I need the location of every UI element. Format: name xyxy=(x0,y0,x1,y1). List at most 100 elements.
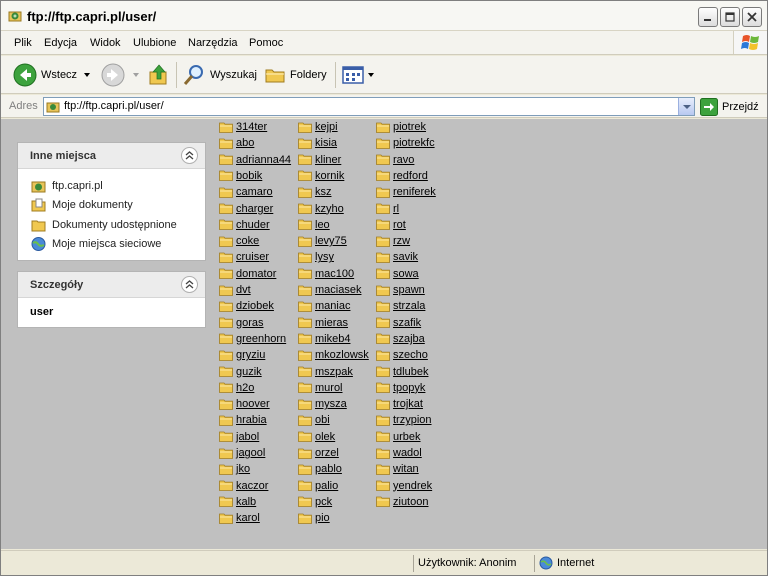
folder-item[interactable]: mieras xyxy=(298,315,348,331)
link-my-documents[interactable]: Moje dokumenty xyxy=(30,196,205,216)
folder-item[interactable]: szafik xyxy=(376,315,421,331)
folder-item[interactable]: kornik xyxy=(298,168,344,184)
views-dropdown-icon[interactable] xyxy=(368,73,374,77)
folder-item[interactable]: rl xyxy=(376,201,399,217)
link-ftp-site[interactable]: ftp.capri.pl xyxy=(30,176,205,196)
folder-item[interactable]: pio xyxy=(298,510,330,526)
folder-item[interactable]: adrianna44 xyxy=(219,152,291,168)
folder-item[interactable]: mac100 xyxy=(298,266,354,282)
search-button[interactable]: Wyszukaj xyxy=(182,62,257,88)
folder-item[interactable]: jabol xyxy=(219,429,259,445)
folder-item[interactable]: coke xyxy=(219,233,259,249)
folder-item[interactable]: gryziu xyxy=(219,347,265,363)
folder-item[interactable]: strzala xyxy=(376,298,425,314)
collapse-button[interactable] xyxy=(181,147,198,164)
details-header[interactable]: Szczegóły xyxy=(18,272,205,298)
folder-item[interactable]: charger xyxy=(219,201,273,217)
menu-narzedzia[interactable]: Narzędzia xyxy=(188,37,238,49)
menu-widok[interactable]: Widok xyxy=(90,37,121,49)
link-network-places[interactable]: Moje miejsca sieciowe xyxy=(30,235,205,255)
folder-item[interactable]: witan xyxy=(376,461,419,477)
folder-item[interactable]: karol xyxy=(219,510,260,526)
title-bar[interactable]: ftp://ftp.capri.pl/user/ xyxy=(1,1,767,31)
folder-item[interactable]: piotrek xyxy=(376,119,426,135)
folder-item[interactable]: wadol xyxy=(376,445,422,461)
menu-edycja[interactable]: Edycja xyxy=(44,37,77,49)
folder-item[interactable]: szajba xyxy=(376,331,425,347)
folder-item[interactable]: olek xyxy=(298,429,335,445)
folder-item[interactable]: trojkat xyxy=(376,396,423,412)
address-field[interactable]: ftp://ftp.capri.pl/user/ xyxy=(43,97,695,116)
folder-item[interactable]: ksz xyxy=(298,184,332,200)
folder-item[interactable]: pck xyxy=(298,494,332,510)
folder-item[interactable]: murol xyxy=(298,380,343,396)
folder-item[interactable]: sowa xyxy=(376,266,419,282)
folder-item[interactable]: redford xyxy=(376,168,428,184)
back-dropdown-icon[interactable] xyxy=(84,73,90,77)
back-button[interactable]: Wstecz xyxy=(13,62,77,88)
menu-plik[interactable]: Plik xyxy=(14,37,32,49)
folder-item[interactable]: rzw xyxy=(376,233,410,249)
folder-item[interactable]: levy75 xyxy=(298,233,347,249)
maximize-button[interactable] xyxy=(720,7,740,27)
address-value[interactable]: ftp://ftp.capri.pl/user/ xyxy=(64,100,164,112)
folder-item[interactable]: cruiser xyxy=(219,249,269,265)
folder-item[interactable]: rot xyxy=(376,217,406,233)
folder-item[interactable]: jko xyxy=(219,461,250,477)
folder-item[interactable]: mysza xyxy=(298,396,347,412)
folder-item[interactable]: goras xyxy=(219,315,264,331)
folder-item[interactable]: kzyho xyxy=(298,201,344,217)
folders-button[interactable]: Foldery xyxy=(264,62,327,88)
views-button[interactable] xyxy=(342,62,366,88)
folder-item[interactable]: palio xyxy=(298,478,338,494)
folder-item[interactable]: domator xyxy=(219,266,276,282)
folder-item[interactable]: yendrek xyxy=(376,478,432,494)
minimize-button[interactable] xyxy=(698,7,718,27)
folder-item[interactable]: tdlubek xyxy=(376,364,428,380)
folder-item[interactable]: kliner xyxy=(298,152,341,168)
folder-item[interactable]: spawn xyxy=(376,282,425,298)
folder-item[interactable]: savik xyxy=(376,249,418,265)
folder-item[interactable]: kalb xyxy=(219,494,256,510)
collapse-button[interactable] xyxy=(181,276,198,293)
folder-item[interactable]: mkozlowsk xyxy=(298,347,369,363)
folder-item[interactable]: jagool xyxy=(219,445,265,461)
folder-item[interactable]: dvt xyxy=(219,282,251,298)
folder-item[interactable]: dziobek xyxy=(219,298,274,314)
folder-item[interactable]: tpopyk xyxy=(376,380,425,396)
go-button[interactable]: Przejdź xyxy=(700,97,759,116)
folder-item[interactable]: piotrekfc xyxy=(376,135,435,151)
close-button[interactable] xyxy=(742,7,762,27)
folder-item[interactable]: kisia xyxy=(298,135,337,151)
folder-item[interactable]: hrabia xyxy=(219,412,267,428)
folder-item[interactable]: chuder xyxy=(219,217,270,233)
folder-item[interactable]: greenhorn xyxy=(219,331,286,347)
folder-item[interactable]: 314ter xyxy=(219,119,267,135)
folder-item[interactable]: leo xyxy=(298,217,330,233)
folder-item[interactable]: guzik xyxy=(219,364,262,380)
folder-item[interactable]: mikeb4 xyxy=(298,331,350,347)
folder-item[interactable]: obi xyxy=(298,412,330,428)
folder-item[interactable]: reniferek xyxy=(376,184,436,200)
folder-item[interactable]: trzypion xyxy=(376,412,432,428)
folder-item[interactable]: abo xyxy=(219,135,254,151)
other-places-header[interactable]: Inne miejsca xyxy=(18,143,205,169)
folder-item[interactable]: maciasek xyxy=(298,282,361,298)
folder-item[interactable]: maniac xyxy=(298,298,350,314)
forward-button[interactable] xyxy=(101,62,125,88)
folder-item[interactable]: orzel xyxy=(298,445,339,461)
address-dropdown-button[interactable] xyxy=(678,98,694,115)
forward-dropdown-icon[interactable] xyxy=(133,73,139,77)
folder-item[interactable]: hoover xyxy=(219,396,270,412)
menu-ulubione[interactable]: Ulubione xyxy=(133,37,176,49)
folder-item[interactable]: h2o xyxy=(219,380,254,396)
folder-item[interactable]: lysy xyxy=(298,249,334,265)
folder-item[interactable]: ziutoon xyxy=(376,494,428,510)
folder-item[interactable]: urbek xyxy=(376,429,421,445)
menu-pomoc[interactable]: Pomoc xyxy=(249,37,283,49)
folder-item[interactable]: kejpi xyxy=(298,119,338,135)
up-folder-button[interactable] xyxy=(147,62,171,88)
folder-item[interactable]: camaro xyxy=(219,184,273,200)
folder-item[interactable]: mszpak xyxy=(298,364,353,380)
folder-item[interactable]: szecho xyxy=(376,347,428,363)
